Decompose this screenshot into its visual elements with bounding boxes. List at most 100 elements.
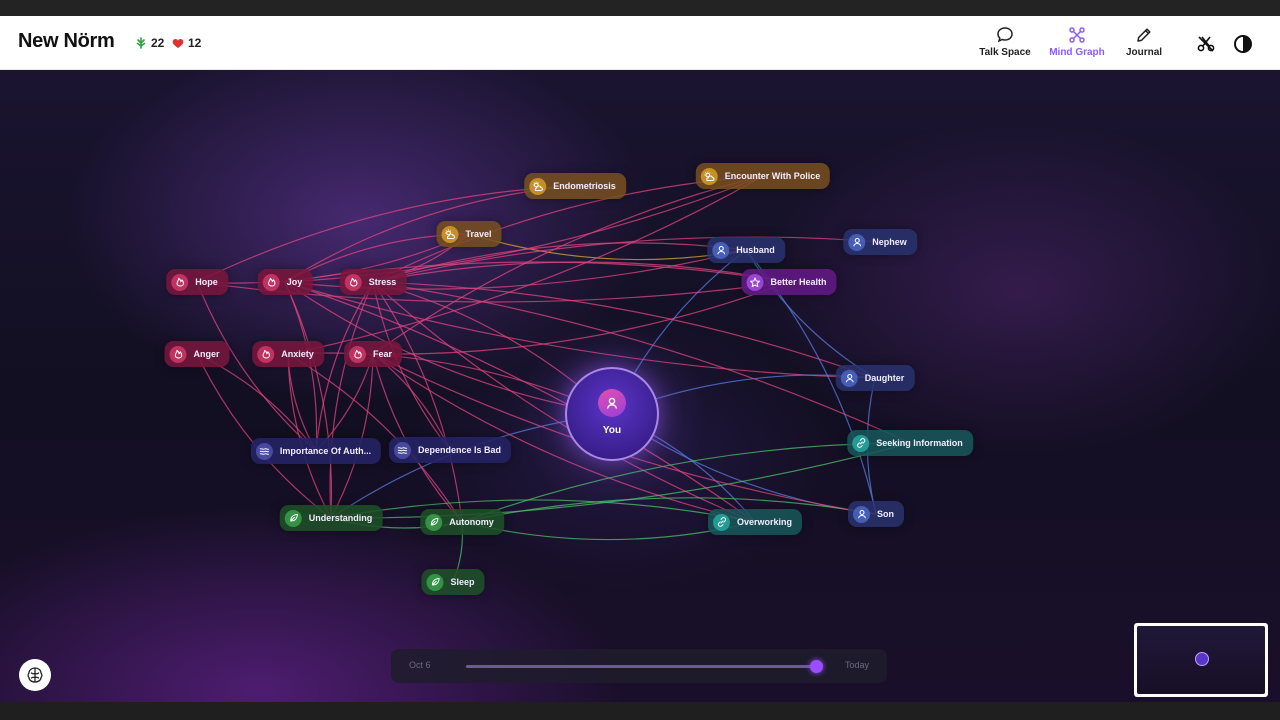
hearts-stat: 12	[172, 36, 201, 50]
node-label: Travel	[465, 229, 492, 239]
node-overworking[interactable]: Overworking	[707, 509, 803, 535]
brain-icon	[27, 667, 43, 683]
heart-icon	[172, 38, 184, 48]
pencil-icon	[1137, 28, 1151, 42]
streak-stat: 22	[135, 36, 164, 50]
node-seeking[interactable]: Seeking Information	[847, 430, 973, 456]
node-fear[interactable]: Fear	[343, 341, 403, 367]
streak-count: 22	[151, 36, 165, 50]
node-betterhealth[interactable]: Better Health	[741, 269, 837, 295]
flame-icon	[257, 345, 275, 363]
node-travel[interactable]: Travel	[436, 221, 502, 247]
edge-anger-authenticity	[196, 353, 317, 452]
node-nephew[interactable]: Nephew	[843, 229, 917, 255]
nav-mind-graph[interactable]: Mind Graph	[1042, 26, 1112, 58]
node-label: Anxiety	[281, 349, 314, 359]
nav-talk-space[interactable]: Talk Space	[970, 26, 1040, 58]
you-node-label: You	[602, 425, 622, 436]
hearts-count: 12	[188, 36, 202, 50]
node-label: Nephew	[872, 237, 907, 247]
nav-journal[interactable]: Journal	[1109, 26, 1179, 58]
node-label: Son	[877, 509, 894, 519]
leaf-icon	[425, 513, 443, 531]
edge-anxiety-understanding	[287, 353, 332, 519]
node-label: Dependence Is Bad	[417, 445, 502, 455]
leaf-icon	[136, 37, 146, 49]
minimap-preview[interactable]	[1134, 623, 1268, 697]
user-icon	[848, 233, 866, 251]
node-hope[interactable]: Hope	[166, 269, 228, 295]
node-label: Anger	[193, 349, 220, 359]
node-label: Husband	[736, 245, 775, 255]
node-anger[interactable]: Anger	[164, 341, 230, 367]
sun-cloud-icon	[529, 177, 547, 195]
node-stress[interactable]: Stress	[339, 269, 407, 295]
sun-cloud-icon	[441, 225, 459, 243]
node-label: Better Health	[770, 277, 827, 287]
flame-icon	[344, 273, 362, 291]
window-bottom-bar	[0, 702, 1280, 720]
you-node[interactable]: You	[565, 367, 659, 461]
node-label: Seeking Information	[876, 438, 963, 448]
user-icon	[712, 241, 730, 259]
star-icon	[746, 273, 764, 291]
node-label: Stress	[368, 277, 397, 287]
mind-graph-canvas[interactable]: Endometriosis Encounter With Police Travel…	[0, 70, 1280, 702]
edge-hope-endometriosis	[196, 185, 576, 283]
nav-journal-label: Journal	[1125, 47, 1163, 58]
node-label: Importance Of Auth...	[279, 446, 372, 456]
window-top-bar	[0, 0, 1280, 16]
node-label: Overworking	[736, 517, 793, 527]
waves-icon	[393, 441, 411, 459]
graph-icon	[1069, 27, 1085, 43]
waves-icon	[255, 442, 273, 460]
timeline-fill	[466, 665, 816, 668]
user-icon	[853, 505, 870, 523]
timeline-handle[interactable]	[810, 660, 823, 673]
scissors-icon[interactable]	[1196, 34, 1216, 54]
sun-cloud-icon	[700, 167, 718, 185]
nav-talk-space-label: Talk Space	[979, 47, 1031, 58]
node-joy[interactable]: Joy	[257, 269, 313, 295]
timeline-start-label: Oct 6	[409, 660, 431, 670]
node-label: Fear	[372, 349, 393, 359]
edge-understanding-overworking	[330, 499, 756, 523]
contrast-icon[interactable]	[1233, 34, 1253, 54]
node-label: Encounter With Police	[724, 171, 821, 181]
node-label: Understanding	[308, 513, 373, 523]
user-icon	[598, 389, 626, 417]
node-police[interactable]: Encounter With Police	[695, 163, 831, 189]
node-dependence[interactable]: Dependence Is Bad	[388, 437, 512, 463]
edge-fear-understanding	[330, 353, 374, 519]
brain-button[interactable]	[19, 659, 51, 691]
edge-fear-dependence	[372, 353, 451, 451]
leaf-icon	[284, 509, 302, 527]
edge-anger-understanding	[196, 353, 332, 519]
timeline-end-label: Today	[844, 660, 869, 670]
node-sleep[interactable]: Sleep	[421, 569, 485, 595]
timeline-track[interactable]	[466, 660, 823, 673]
link-icon	[852, 434, 870, 452]
node-authenticity[interactable]: Importance Of Auth...	[250, 438, 382, 464]
leaf-icon	[426, 573, 444, 591]
node-understanding[interactable]: Understanding	[279, 505, 383, 531]
edge-fear-authenticity	[315, 353, 374, 452]
node-label: Joy	[286, 277, 303, 287]
node-label: Endometriosis	[553, 181, 616, 191]
edge-stress-understanding	[329, 281, 374, 519]
node-husband[interactable]: Husband	[707, 237, 785, 263]
minimap-canvas	[1137, 626, 1265, 694]
minimap-you-marker	[1195, 652, 1209, 666]
app-logo[interactable]: New Nörm	[18, 30, 115, 53]
chat-bubble-icon	[997, 27, 1013, 43]
flame-icon	[169, 345, 187, 363]
timeline-slider[interactable]: Oct 6 Today	[391, 649, 887, 683]
nav-mind-graph-label: Mind Graph	[1049, 47, 1105, 58]
node-daughter[interactable]: Daughter	[835, 365, 915, 391]
flame-icon	[262, 273, 280, 291]
node-endometriosis[interactable]: Endometriosis	[524, 173, 626, 199]
node-autonomy[interactable]: Autonomy	[420, 509, 504, 535]
node-son[interactable]: Son	[848, 501, 904, 527]
node-anxiety[interactable]: Anxiety	[252, 341, 324, 367]
node-label: Daughter	[864, 373, 905, 383]
